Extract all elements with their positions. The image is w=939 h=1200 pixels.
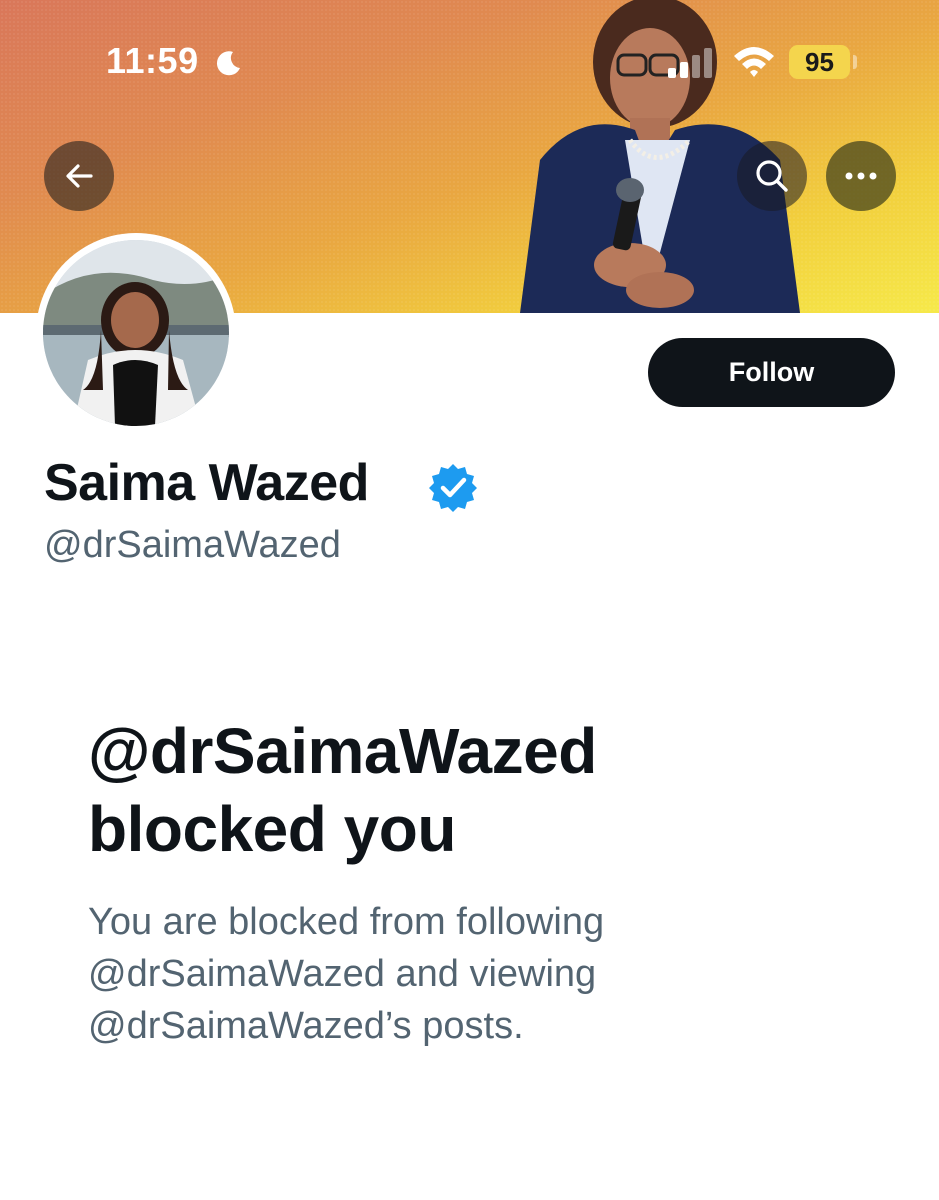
blocked-description: You are blocked from following @drSaimaW… xyxy=(88,896,868,1052)
follow-button[interactable]: Follow xyxy=(648,338,895,407)
blocked-desc-line3: @drSaimaWazed’s posts. xyxy=(88,1005,524,1047)
blocked-title: @drSaimaWazed blocked you xyxy=(88,712,888,868)
wifi-icon xyxy=(734,47,774,77)
moon-icon xyxy=(216,51,240,76)
back-button[interactable] xyxy=(44,141,114,211)
battery-cap xyxy=(853,55,857,69)
blocked-desc-line1: You are blocked from following xyxy=(88,901,605,943)
blocked-title-line1: @drSaimaWazed xyxy=(88,715,597,787)
verified-badge-icon xyxy=(429,464,477,512)
back-arrow-icon xyxy=(66,164,93,188)
blocked-title-line2: blocked you xyxy=(88,793,456,865)
battery-icon: 95 xyxy=(789,45,850,79)
status-time: 11:59 xyxy=(106,40,199,81)
avatar-photo xyxy=(43,240,229,426)
avatar[interactable] xyxy=(36,233,236,433)
search-button[interactable] xyxy=(737,141,807,211)
blocked-desc-line2: @drSaimaWazed and viewing xyxy=(88,953,597,995)
display-name: Saima Wazed xyxy=(44,454,369,512)
profile-handle: @drSaimaWazed xyxy=(44,524,341,566)
signal-icon xyxy=(668,48,712,78)
more-icon xyxy=(845,172,877,180)
more-button[interactable] xyxy=(826,141,896,211)
search-icon xyxy=(756,160,788,192)
